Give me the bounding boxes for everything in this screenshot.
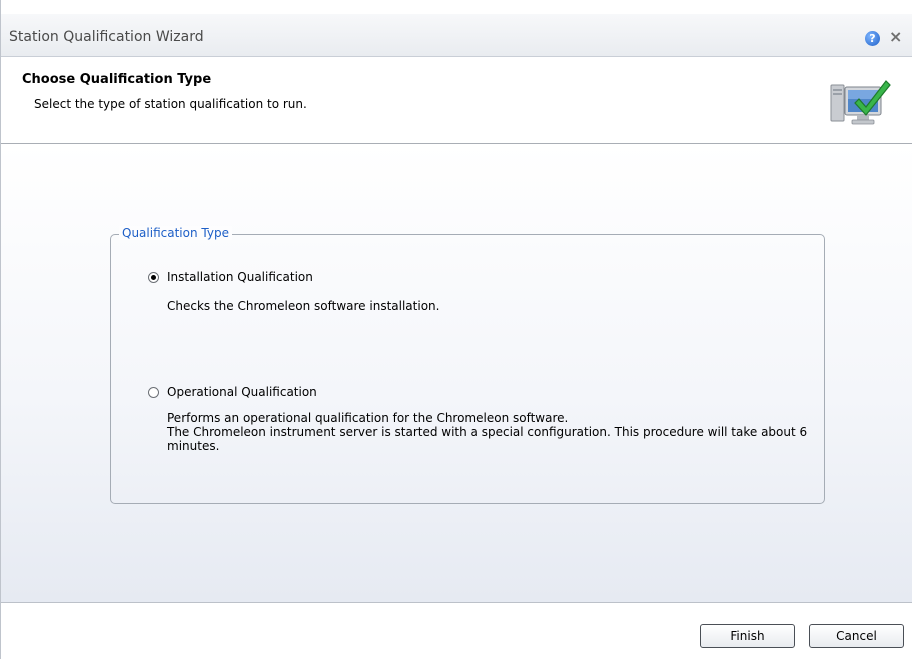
window-title: Station Qualification Wizard [9, 29, 204, 45]
group-label: Qualification Type [119, 226, 232, 240]
finish-button[interactable]: Finish [700, 624, 795, 648]
description-line: Performs an operational qualification fo… [167, 411, 569, 425]
close-icon[interactable]: × [889, 27, 902, 46]
wizard-header: Choose Qualification Type Select the typ… [1, 57, 912, 144]
wizard-content: Qualification Type Installation Qualific… [1, 144, 912, 603]
operational-qualification-label[interactable]: Operational Qualification [167, 385, 317, 399]
installation-qualification-radio[interactable] [148, 271, 159, 283]
installation-qualification-description: Checks the Chromeleon software installat… [167, 299, 439, 313]
cancel-button[interactable]: Cancel [809, 624, 904, 648]
operational-qualification-radio[interactable] [148, 386, 159, 398]
description-line: Checks the Chromeleon software installat… [167, 299, 440, 313]
help-icon[interactable]: ? [865, 31, 880, 46]
operational-qualification-description: Performs an operational qualification fo… [167, 411, 817, 453]
computer-check-icon [830, 80, 891, 125]
page-subtitle: Select the type of station qualification… [34, 97, 307, 111]
installation-qualification-label[interactable]: Installation Qualification [167, 270, 313, 284]
installation-qualification-option[interactable]: Installation Qualification [148, 270, 313, 284]
qualification-type-group: Qualification Type Installation Qualific… [110, 226, 825, 504]
operational-qualification-option[interactable]: Operational Qualification [148, 385, 317, 399]
page-title: Choose Qualification Type [22, 72, 212, 87]
description-line: The Chromeleon instrument server is star… [167, 425, 808, 439]
title-bar: Station Qualification Wizard ? × [1, 14, 912, 57]
wizard-footer: Finish Cancel [1, 603, 912, 660]
description-line: minutes. [167, 439, 220, 453]
wizard-dialog: Station Qualification Wizard ? × Choose … [0, 0, 912, 660]
